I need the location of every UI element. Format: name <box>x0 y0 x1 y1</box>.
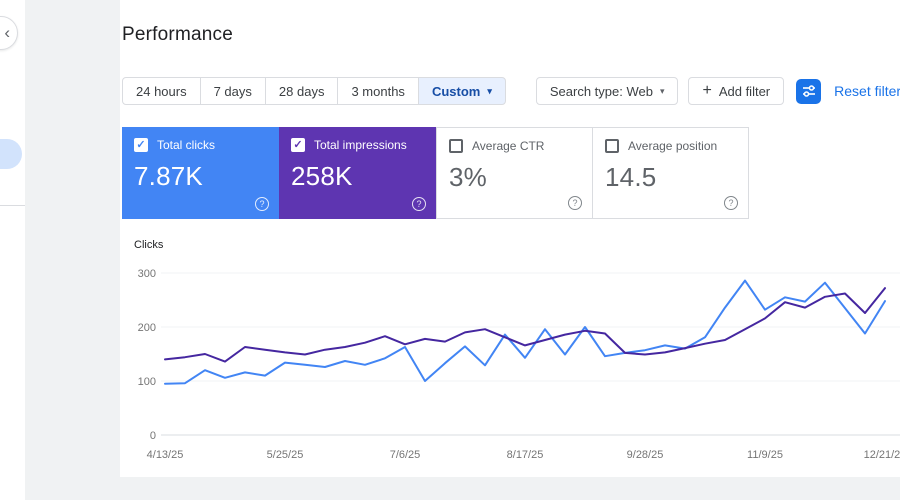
search-type-label: Search type: Web <box>549 83 653 99</box>
metric-card-average-position[interactable]: Average position 14.5 ? <box>592 127 749 219</box>
range-custom-label: Custom <box>431 83 481 99</box>
checkbox-checked-icon[interactable]: ✓ <box>134 138 148 152</box>
metric-value: 7.87K <box>134 161 203 191</box>
metric-header: Average position <box>605 139 736 153</box>
svg-text:8/17/25: 8/17/25 <box>507 449 544 461</box>
help-icon[interactable]: ? <box>255 197 269 211</box>
metric-label: Total impressions <box>314 138 407 152</box>
tune-filter-button[interactable] <box>796 78 822 104</box>
metric-value: 258K <box>291 161 353 191</box>
svg-text:200: 200 <box>138 322 156 334</box>
sidebar: ‹ <box>0 0 25 500</box>
metric-label: Total clicks <box>157 138 216 152</box>
line-chart: 300 200 100 0 4/13/25 5/25/25 7/6/25 8/17/25 9/2… <box>138 268 900 461</box>
chevron-down-icon: ▾ <box>659 85 665 96</box>
range-7-days-button[interactable]: 7 days <box>199 77 266 105</box>
help-icon[interactable]: ? <box>412 197 426 211</box>
help-icon[interactable]: ? <box>724 196 738 210</box>
svg-text:7/6/25: 7/6/25 <box>390 449 421 461</box>
chevron-down-icon: ▾ <box>487 85 492 96</box>
range-28-days-button[interactable]: 28 days <box>264 77 339 105</box>
sidebar-divider <box>0 205 25 206</box>
checkbox-checked-icon[interactable]: ✓ <box>291 138 305 152</box>
svg-text:4/13/25: 4/13/25 <box>147 449 184 461</box>
svg-text:0: 0 <box>150 430 156 442</box>
search-type-dropdown[interactable]: Search type: Web ▾ <box>535 77 679 105</box>
chart-axis-title: Clicks <box>134 239 164 251</box>
svg-text:300: 300 <box>138 268 156 280</box>
svg-text:9/28/25: 9/28/25 <box>627 449 664 461</box>
svg-text:12/21/25: 12/21/25 <box>864 449 900 461</box>
checkbox-unchecked-icon[interactable] <box>605 139 619 153</box>
plus-icon: + <box>702 82 712 99</box>
page-title: Performance <box>122 24 233 45</box>
reset-filters-link[interactable]: Reset filters <box>834 83 900 99</box>
performance-chart: Clicks 300 200 100 0 4/13/25 5/25/25 7/6/25 8/1… <box>122 239 900 465</box>
svg-text:5/25/25: 5/25/25 <box>267 449 304 461</box>
range-24-hours-button[interactable]: 24 hours <box>122 77 201 105</box>
metrics-row: ✓ Total clicks 7.87K ? ✓ Total impressio… <box>122 127 900 219</box>
metric-label: Average position <box>628 139 718 153</box>
metric-label: Average CTR <box>472 139 545 153</box>
date-range-group: 24 hours 7 days 28 days 3 months Custom … <box>122 77 506 105</box>
filter-toolbar: 24 hours 7 days 28 days 3 months Custom … <box>122 77 900 105</box>
range-custom-button[interactable]: Custom ▾ <box>417 77 506 105</box>
add-filter-button[interactable]: + Add filter <box>688 77 785 105</box>
metric-card-average-ctr[interactable]: Average CTR 3% ? <box>436 127 593 219</box>
metric-header: Average CTR <box>449 139 580 153</box>
tune-icon <box>802 85 815 97</box>
help-icon[interactable]: ? <box>568 196 582 210</box>
metric-value: 3% <box>449 162 487 192</box>
performance-panel: Performance 24 hours 7 days 28 days 3 mo… <box>120 0 900 477</box>
add-filter-label: Add filter <box>718 83 771 99</box>
checkbox-unchecked-icon[interactable] <box>449 139 463 153</box>
sidebar-active-item-highlight[interactable] <box>0 139 22 169</box>
metric-card-total-clicks[interactable]: ✓ Total clicks 7.87K ? <box>122 127 279 219</box>
range-3-months-button[interactable]: 3 months <box>337 77 419 105</box>
sidebar-collapse-button[interactable]: ‹ <box>0 16 18 50</box>
metric-header: ✓ Total impressions <box>291 138 424 152</box>
metric-header: ✓ Total clicks <box>134 138 267 152</box>
svg-text:100: 100 <box>138 376 156 388</box>
svg-text:11/9/25: 11/9/25 <box>747 449 783 461</box>
metric-card-total-impressions[interactable]: ✓ Total impressions 258K ? <box>279 127 436 219</box>
chevron-left-icon: ‹ <box>4 23 10 42</box>
metric-value: 14.5 <box>605 162 657 192</box>
